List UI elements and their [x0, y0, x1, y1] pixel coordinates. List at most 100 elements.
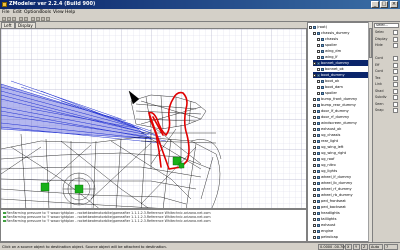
visibility-checkbox[interactable] [313, 145, 316, 149]
visibility-checkbox[interactable] [313, 163, 316, 167]
visibility-checkbox[interactable] [313, 175, 316, 179]
property-label: Shad [375, 88, 384, 93]
object-icon [321, 91, 324, 95]
tree-item[interactable]: petrolcap [313, 234, 370, 240]
undo-icon[interactable] [19, 17, 23, 21]
visibility-checkbox[interactable] [313, 169, 316, 173]
object-icon [317, 157, 320, 161]
visibility-checkbox[interactable] [309, 25, 312, 29]
property-checkbox[interactable] [393, 69, 398, 74]
visibility-checkbox[interactable] [313, 211, 316, 215]
new-icon[interactable] [2, 17, 6, 21]
visibility-checkbox[interactable] [313, 157, 316, 161]
visibility-checkbox[interactable] [317, 55, 320, 59]
visibility-checkbox[interactable] [313, 205, 316, 209]
tree-item-label: boot_dam [325, 85, 343, 89]
status-axis-x[interactable]: X [345, 244, 352, 250]
property-checkbox[interactable] [393, 101, 398, 107]
tree-item-label: bonnet_ok [325, 67, 344, 71]
visibility-checkbox[interactable] [313, 193, 316, 197]
property-checkbox[interactable] [393, 36, 398, 42]
move-icon[interactable] [36, 17, 40, 21]
property-checkbox[interactable] [393, 43, 398, 48]
tree-item-label: ug_lights [321, 169, 338, 173]
property-checkbox[interactable] [393, 62, 398, 68]
menu-options[interactable]: Options [24, 10, 41, 15]
scale-icon[interactable] [46, 17, 50, 21]
minimize-button[interactable]: _ [371, 1, 379, 8]
visibility-checkbox[interactable] [317, 91, 320, 95]
property-checkbox[interactable] [393, 108, 398, 113]
visibility-checkbox[interactable] [313, 97, 316, 101]
properties-top-field[interactable]: Selec... [374, 23, 399, 28]
visibility-checkbox[interactable] [313, 235, 316, 239]
property-checkbox[interactable] [393, 95, 398, 100]
window-title: ZModeler ver 2.2.4 (Build 900) [9, 1, 96, 7]
property-checkbox[interactable] [393, 82, 398, 87]
visibility-checkbox[interactable] [313, 133, 316, 137]
visibility-checkbox[interactable] [313, 73, 316, 77]
menu-help[interactable]: Help [65, 10, 75, 15]
status-axis-z[interactable]: Z [361, 244, 368, 250]
visibility-checkbox[interactable] [317, 37, 320, 41]
rotate-icon[interactable] [41, 17, 45, 21]
visibility-checkbox[interactable] [317, 43, 320, 47]
redo-icon[interactable] [24, 17, 28, 21]
menu-edit[interactable]: Edit [13, 10, 22, 15]
property-label: Eff [375, 62, 380, 67]
visibility-checkbox[interactable] [313, 187, 316, 191]
visibility-checkbox[interactable] [313, 31, 316, 35]
tree-item-label: boot_ok [325, 79, 340, 83]
visibility-checkbox[interactable] [313, 151, 316, 155]
visibility-checkbox[interactable] [317, 67, 320, 71]
property-checkbox[interactable] [393, 30, 398, 35]
object-icon [317, 193, 320, 197]
property-checkbox[interactable] [393, 56, 398, 61]
visibility-checkbox[interactable] [313, 109, 316, 113]
property-label: Link [375, 82, 382, 86]
tree-item-label: ug_wing_right [321, 151, 347, 155]
tree-item-label: wing_lf [325, 55, 338, 59]
visibility-checkbox[interactable] [313, 217, 316, 221]
property-checkbox[interactable] [393, 88, 398, 94]
select-icon[interactable] [31, 17, 35, 21]
save-icon[interactable] [12, 17, 16, 21]
tree-item-label: boot_dummy [321, 73, 345, 77]
property-label: Hide [375, 43, 383, 47]
visibility-checkbox[interactable] [313, 115, 316, 119]
menu-file[interactable]: File [2, 10, 10, 15]
object-icon [321, 79, 324, 83]
tree-item-label: exhaust [321, 223, 336, 227]
object-icon [317, 121, 320, 125]
visibility-checkbox[interactable] [313, 121, 316, 125]
pivot-marker [40, 182, 50, 192]
visibility-checkbox[interactable] [317, 49, 320, 53]
menu-bar: File Edit Options Tools View Help [0, 9, 400, 16]
visibility-checkbox[interactable] [317, 79, 320, 83]
menu-view[interactable]: View [53, 10, 64, 15]
visibility-checkbox[interactable] [313, 61, 316, 65]
visibility-checkbox[interactable] [313, 103, 316, 107]
visibility-checkbox[interactable] [313, 181, 316, 185]
visibility-checkbox[interactable] [313, 127, 316, 131]
visibility-checkbox[interactable] [313, 139, 316, 143]
tree-item-label: rear_light [321, 139, 339, 143]
open-icon[interactable] [7, 17, 11, 21]
close-button[interactable]: × [390, 1, 398, 8]
tree-item-label: spoiler [325, 43, 338, 47]
status-axis-y[interactable]: Y [353, 244, 360, 250]
maximize-button[interactable]: □ [380, 1, 388, 8]
menu-tools[interactable]: Tools [40, 10, 51, 15]
status-level: 7 [384, 244, 398, 250]
object-icon [317, 163, 320, 167]
scene-tree: (root) chassis_dummy chassis spoiler wing_dm… [307, 22, 372, 242]
object-icon [321, 37, 324, 41]
property-checkbox[interactable] [393, 75, 398, 81]
visibility-checkbox[interactable] [317, 85, 320, 89]
status-auto[interactable]: Auto [369, 244, 383, 250]
visibility-checkbox[interactable] [313, 199, 316, 203]
viewport-3d[interactable] [0, 28, 307, 209]
visibility-checkbox[interactable] [313, 223, 316, 227]
visibility-checkbox[interactable] [313, 229, 316, 233]
object-icon [317, 199, 320, 203]
